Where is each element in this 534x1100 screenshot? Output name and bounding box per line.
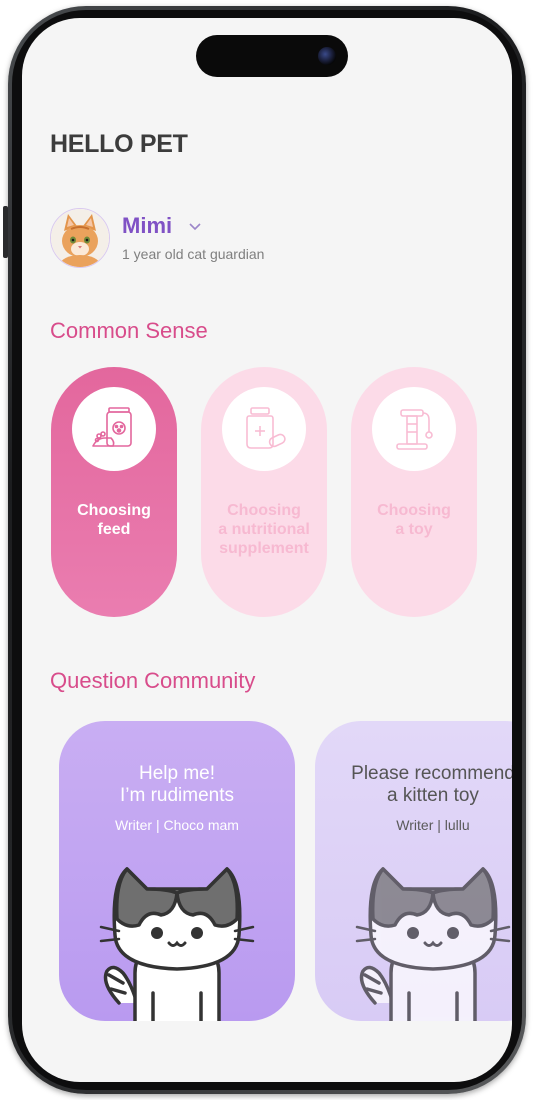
cat-photo-icon bbox=[51, 209, 109, 267]
cat-illustration-icon bbox=[99, 867, 255, 1021]
icon-circle bbox=[222, 387, 306, 471]
dynamic-island bbox=[196, 35, 348, 77]
card-choosing-feed[interactable]: Choosing feed bbox=[51, 367, 177, 617]
card-choosing-toy[interactable]: Choosing a toy bbox=[351, 367, 477, 617]
question-card[interactable]: Please recommend a kitten toy Writer | l… bbox=[315, 721, 512, 1021]
chevron-down-icon[interactable] bbox=[188, 221, 202, 231]
icon-circle bbox=[372, 387, 456, 471]
camera-icon bbox=[318, 47, 336, 65]
question-title: Help me! I’m rudiments bbox=[119, 763, 235, 806]
question-writer: Writer | lullu bbox=[396, 817, 470, 833]
card-choosing-supplement[interactable]: Choosing a nutritional supplement bbox=[201, 367, 327, 617]
question-card[interactable]: Help me! I’m rudiments Writer | Choco ma… bbox=[59, 721, 295, 1021]
cat-tower-icon bbox=[396, 409, 433, 450]
pet-subtitle: 1 year old cat guardian bbox=[122, 246, 265, 262]
pet-avatar[interactable] bbox=[50, 208, 110, 268]
cat-illustration-icon bbox=[355, 867, 511, 1021]
supplement-bottle-icon bbox=[246, 407, 286, 449]
question-community-title: Question Community bbox=[50, 668, 256, 693]
app-screen: HELLO PET Mimi 1 year old cat guardian C… bbox=[22, 18, 512, 1082]
card-label: Choosing a toy bbox=[377, 502, 451, 538]
question-writer: Writer | Choco mam bbox=[115, 817, 239, 833]
common-sense-title: Common Sense bbox=[50, 318, 208, 343]
pet-name-selector[interactable]: Mimi bbox=[122, 213, 172, 239]
icon-circle bbox=[72, 387, 156, 471]
card-label: Choosing feed bbox=[77, 502, 151, 538]
card-label: Choosing a nutritional supplement bbox=[218, 502, 310, 557]
pet-food-bag-icon bbox=[92, 407, 132, 447]
side-button bbox=[3, 206, 8, 258]
question-title: Please recommend a kitten toy bbox=[351, 763, 512, 806]
app-title: HELLO PET bbox=[50, 130, 188, 158]
